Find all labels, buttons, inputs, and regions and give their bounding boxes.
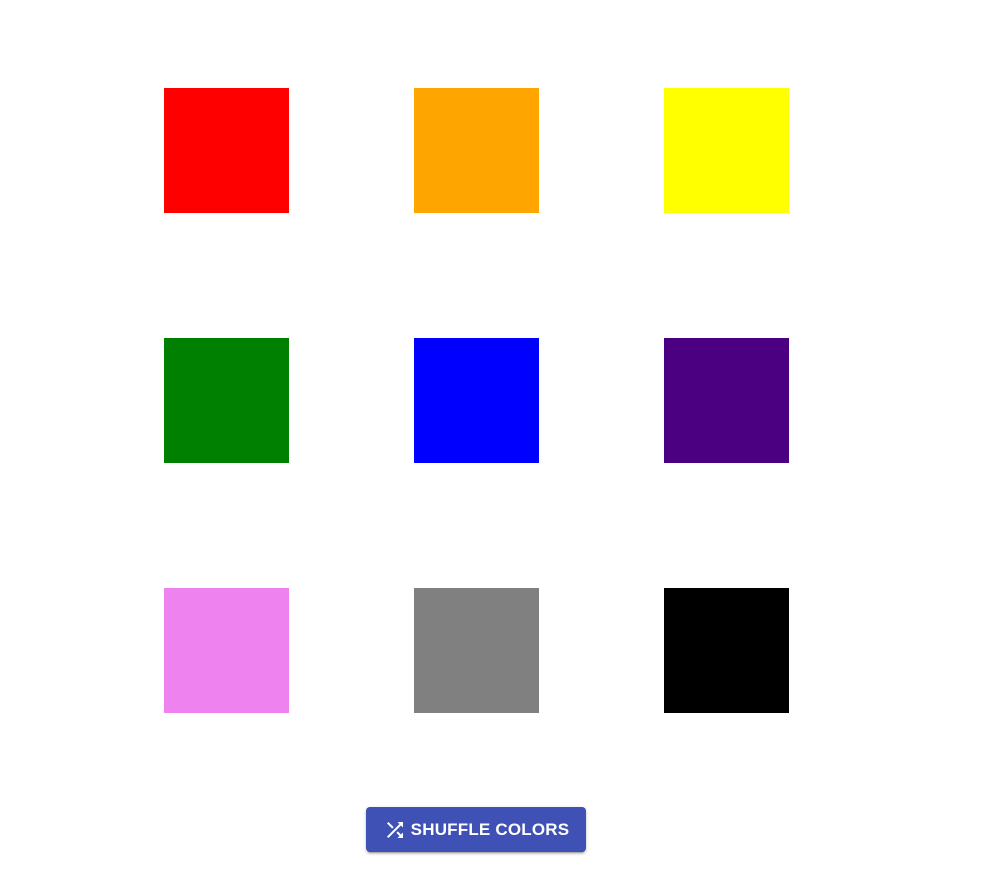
color-swatch-red[interactable] [164,88,289,213]
color-swatch-black[interactable] [664,588,789,713]
color-swatch-indigo[interactable] [664,338,789,463]
color-swatch-orange[interactable] [414,88,539,213]
shuffle-colors-button[interactable]: SHUFFLE COLORS [366,807,586,852]
color-swatch-gray[interactable] [414,588,539,713]
color-swatch-violet[interactable] [164,588,289,713]
shuffle-colors-label: SHUFFLE COLORS [410,819,570,839]
color-swatch-grid [164,88,789,713]
color-swatch-green[interactable] [164,338,289,463]
color-swatch-yellow[interactable] [664,88,789,213]
color-swatch-blue[interactable] [414,338,539,463]
shuffle-icon [383,818,407,842]
